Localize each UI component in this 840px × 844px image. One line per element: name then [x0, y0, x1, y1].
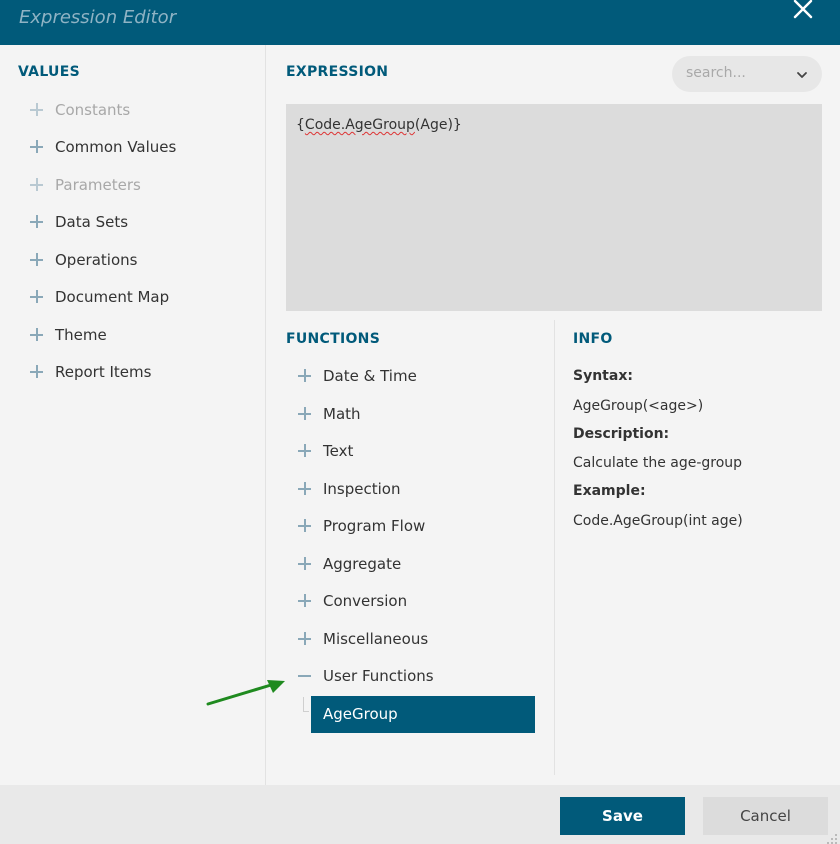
values-title: VALUES: [18, 64, 80, 80]
function-item-agegroup[interactable]: AgeGroup: [311, 696, 535, 733]
search-placeholder: search...: [686, 65, 746, 81]
resize-grip-icon[interactable]: [826, 832, 838, 844]
functions-info-divider: [554, 320, 555, 775]
functions-item-user-functions[interactable]: User Functions: [298, 664, 434, 688]
syntax-value: AgeGroup(<age>): [573, 398, 704, 414]
values-item-label: Report Items: [55, 363, 152, 381]
values-item-label: Parameters: [55, 176, 141, 194]
cancel-button[interactable]: Cancel: [703, 797, 828, 835]
functions-item-label: Conversion: [323, 592, 408, 610]
info-title: INFO: [573, 331, 613, 347]
dialog-title: Expression Editor: [19, 7, 177, 28]
example-value: Code.AgeGroup(int age): [573, 513, 743, 529]
functions-item-conversion[interactable]: Conversion: [298, 589, 407, 613]
plus-icon: [30, 365, 44, 379]
tree-connector-line: [303, 697, 309, 712]
functions-item-label: Miscellaneous: [323, 630, 429, 648]
values-item-label: Document Map: [55, 288, 170, 306]
values-item-label: Theme: [55, 326, 107, 344]
syntax-label: Syntax:: [573, 368, 633, 384]
plus-icon: [30, 253, 44, 267]
save-button[interactable]: Save: [560, 797, 685, 835]
plus-icon: [298, 444, 312, 458]
values-item-common-values[interactable]: Common Values: [30, 135, 176, 159]
expression-open-brace: {: [296, 117, 305, 133]
functions-item-miscellaneous[interactable]: Miscellaneous: [298, 627, 428, 651]
values-item-label: Constants: [55, 101, 131, 119]
functions-item-label: User Functions: [323, 667, 434, 685]
title-bar: Expression Editor: [0, 0, 840, 45]
expression-text: {Code.AgeGroup(Age)}: [296, 117, 462, 133]
functions-title: FUNCTIONS: [286, 331, 381, 347]
functions-item-label: Math: [323, 405, 361, 423]
expression-arguments: (Age)}: [414, 117, 462, 133]
plus-icon: [298, 557, 312, 571]
plus-icon: [30, 328, 44, 342]
functions-item-label: Date & Time: [323, 367, 417, 385]
functions-item-inspection[interactable]: Inspection: [298, 477, 400, 501]
functions-item-aggregate[interactable]: Aggregate: [298, 552, 401, 576]
plus-icon: [30, 215, 44, 229]
expression-textarea[interactable]: {Code.AgeGroup(Age)}: [286, 104, 822, 311]
description-value: Calculate the age-group: [573, 455, 743, 471]
values-item-label: Operations: [55, 251, 138, 269]
plus-icon: [298, 407, 312, 421]
values-item-theme[interactable]: Theme: [30, 323, 107, 347]
values-item-document-map[interactable]: Document Map: [30, 285, 169, 309]
functions-item-label: Program Flow: [323, 517, 426, 535]
values-item-constants[interactable]: Constants: [30, 98, 130, 122]
values-item-operations[interactable]: Operations: [30, 248, 137, 272]
search-input[interactable]: search...: [672, 56, 822, 92]
functions-item-label: Inspection: [323, 480, 401, 498]
functions-item-math[interactable]: Math: [298, 402, 361, 426]
example-label: Example:: [573, 483, 646, 499]
functions-item-date-time[interactable]: Date & Time: [298, 364, 417, 388]
plus-icon: [30, 103, 44, 117]
values-item-report-items[interactable]: Report Items: [30, 360, 151, 384]
plus-icon: [298, 519, 312, 533]
functions-item-program-flow[interactable]: Program Flow: [298, 514, 425, 538]
plus-icon: [298, 369, 312, 383]
chevron-down-icon[interactable]: [796, 68, 808, 86]
values-item-parameters[interactable]: Parameters: [30, 173, 141, 197]
functions-item-text[interactable]: Text: [298, 439, 353, 463]
plus-icon: [30, 140, 44, 154]
description-label: Description:: [573, 426, 670, 442]
values-item-label: Common Values: [55, 138, 177, 156]
functions-item-label: Aggregate: [323, 555, 402, 573]
minus-icon: [298, 669, 312, 683]
values-item-data-sets[interactable]: Data Sets: [30, 210, 128, 234]
expression-function-name: Code.AgeGroup: [304, 117, 415, 133]
plus-icon: [30, 290, 44, 304]
plus-icon: [298, 482, 312, 496]
expression-title: EXPRESSION: [286, 64, 389, 80]
close-icon[interactable]: [790, 0, 816, 22]
plus-icon: [30, 178, 44, 192]
annotation-arrow-icon: [205, 676, 289, 713]
values-item-label: Data Sets: [55, 213, 129, 231]
functions-item-label: Text: [323, 442, 354, 460]
plus-icon: [298, 594, 312, 608]
plus-icon: [298, 632, 312, 646]
